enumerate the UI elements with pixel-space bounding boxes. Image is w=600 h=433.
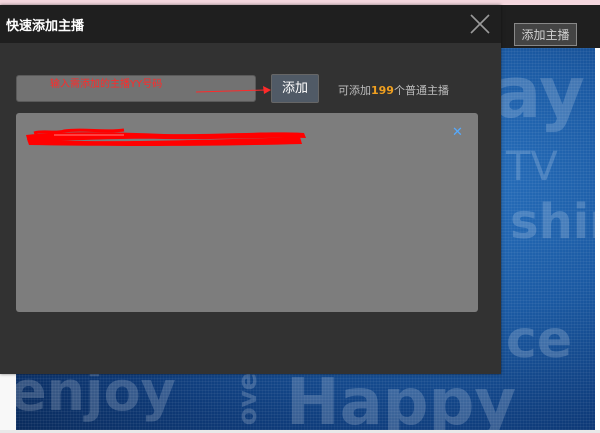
quick-add-anchor-dialog: 快速添加主播 输入需添加的主播YY号码 添加 可添加199个普通主播 ✕: [0, 5, 501, 374]
quota-count: 199: [371, 84, 394, 97]
anchor-list: ✕: [16, 113, 478, 312]
banner-word: ce: [506, 310, 573, 370]
remove-item-icon[interactable]: ✕: [452, 125, 463, 140]
quota-suffix: 个普通主播: [393, 84, 449, 97]
banner-word: ay: [494, 52, 585, 134]
redaction-scribble: [26, 128, 306, 146]
close-icon[interactable]: [466, 10, 494, 38]
annotation-arrow-icon: [195, 86, 271, 94]
banner-word: TV: [506, 144, 558, 190]
quota-prefix: 可添加: [338, 84, 371, 97]
add-button[interactable]: 添加: [271, 74, 319, 103]
dialog-header: 快速添加主播: [0, 5, 501, 43]
banner-word: ove: [233, 372, 264, 426]
banner-word: shin: [510, 194, 595, 250]
quota-text: 可添加199个普通主播: [338, 82, 449, 98]
add-anchor-button[interactable]: 添加主播: [514, 23, 577, 46]
banner-word: Happy: [286, 366, 517, 430]
dialog-title: 快速添加主播: [6, 19, 85, 34]
